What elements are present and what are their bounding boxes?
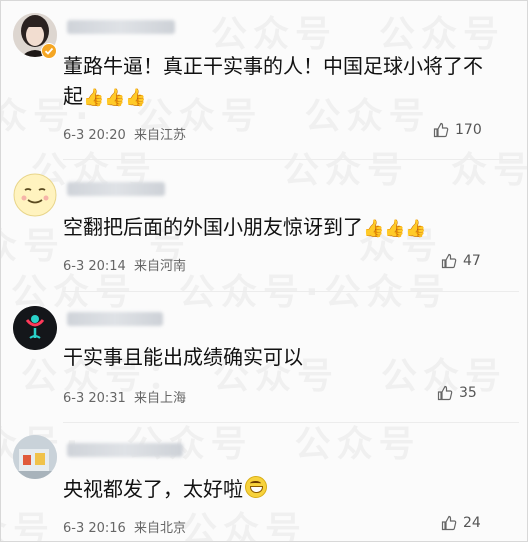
comment-meta: 6-3 20:31 来自上海 xyxy=(63,387,186,406)
comment-text: 央视都发了，太好啦 xyxy=(63,474,267,504)
thumbs-up-icon xyxy=(433,122,449,138)
photo-avatar-icon xyxy=(13,435,57,479)
smiley-face-avatar-icon xyxy=(13,173,57,217)
comment-time: 6-3 20:16 xyxy=(63,521,126,536)
thumbs-up-icon xyxy=(441,253,457,269)
divider xyxy=(63,159,519,160)
like-button[interactable]: 170 xyxy=(433,122,482,138)
user-avatar[interactable] xyxy=(13,435,57,479)
thumbs-up-icon xyxy=(437,385,453,401)
like-button[interactable]: 47 xyxy=(441,253,481,269)
comment-text-line2: 起👍👍👍 xyxy=(63,84,147,108)
like-button[interactable]: 35 xyxy=(437,385,477,401)
username-blurred[interactable] xyxy=(67,443,183,457)
comment-time: 6-3 20:31 xyxy=(63,391,126,406)
comment-text: 空翻把后面的外国小朋友惊讶到了👍👍👍 xyxy=(63,215,427,239)
comment-list: 公众号 公众号 众号· 公众号 公众号 公众号 公众号 众号 众号 号 众号 公… xyxy=(0,0,528,542)
comment-location: 来自江苏 xyxy=(133,128,186,143)
dark-flower-avatar-icon xyxy=(13,306,57,350)
divider xyxy=(63,291,519,292)
verified-badge-icon xyxy=(41,43,57,59)
divider xyxy=(63,422,519,423)
comment-text: 干实事且能出成绩确实可以 xyxy=(63,345,303,369)
user-avatar[interactable] xyxy=(13,306,57,350)
thumbs-up-emoji: 👍👍👍 xyxy=(363,219,427,239)
like-count: 47 xyxy=(463,253,481,269)
comment-meta: 6-3 20:16 来自北京 xyxy=(63,517,186,536)
like-count: 24 xyxy=(463,515,481,531)
like-count: 170 xyxy=(455,122,482,138)
comment-location: 来自上海 xyxy=(133,391,186,406)
username-blurred[interactable] xyxy=(67,182,165,196)
comment-text: 董路牛逼！真正干实事的人！中国足球小将了不 xyxy=(63,54,483,78)
comment-meta: 6-3 20:20 来自江苏 xyxy=(63,124,186,143)
username-blurred[interactable] xyxy=(67,20,175,34)
thumbs-up-emoji: 👍👍👍 xyxy=(83,88,147,108)
thumbs-up-icon xyxy=(441,515,457,531)
like-button[interactable]: 24 xyxy=(441,515,481,531)
username-blurred[interactable] xyxy=(67,312,163,326)
grin-emoji xyxy=(245,476,267,498)
comment-location: 来自北京 xyxy=(133,521,186,536)
comment-time: 6-3 20:20 xyxy=(63,128,126,143)
like-count: 35 xyxy=(459,385,477,401)
comment-meta: 6-3 20:14 来自河南 xyxy=(63,255,186,274)
comment-time: 6-3 20:14 xyxy=(63,259,126,274)
user-avatar[interactable] xyxy=(13,173,57,217)
comment-location: 来自河南 xyxy=(133,259,186,274)
